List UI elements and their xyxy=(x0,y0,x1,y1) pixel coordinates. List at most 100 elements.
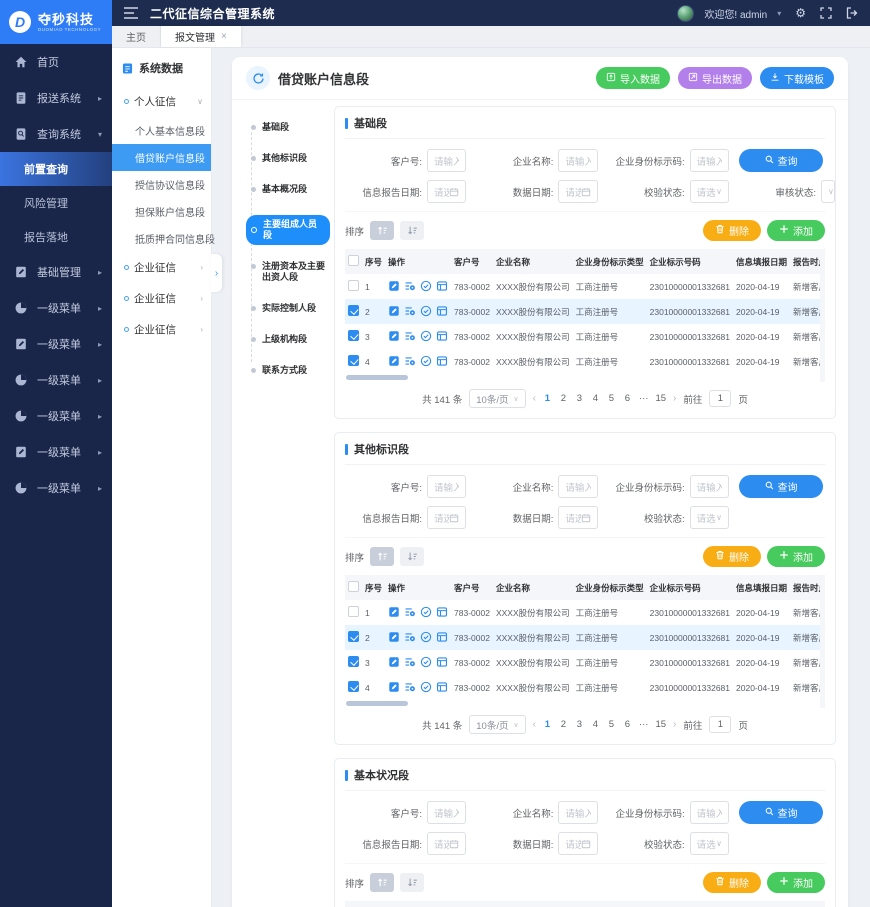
subsidebar-item[interactable]: 授信协议信息段 xyxy=(112,171,211,198)
page-size-select[interactable]: 10条/页∨ xyxy=(469,389,525,408)
sidebar-toggle-icon[interactable] xyxy=(124,7,138,19)
table-row[interactable]: 3783-0002XXXX股份有限公司工商注册号2301000000133268… xyxy=(345,324,825,349)
record-action-icon[interactable] xyxy=(436,280,448,292)
fullscreen-icon[interactable] xyxy=(820,7,832,19)
row-checkbox[interactable] xyxy=(348,681,359,692)
anchor-item[interactable]: 基本概况段 xyxy=(246,184,330,195)
sidebar-item[interactable]: 报告落地 xyxy=(0,220,112,254)
date-input[interactable]: 请选择 xyxy=(427,832,466,855)
sort-asc-button[interactable] xyxy=(370,873,394,892)
scrollbar-thumb[interactable] xyxy=(346,701,408,706)
anchor-item[interactable]: 上级机构段 xyxy=(246,334,330,345)
welcome-text[interactable]: 欢迎您! admin xyxy=(704,6,767,21)
goto-page-input[interactable] xyxy=(709,716,731,733)
subsidebar-group[interactable]: 个人征信∨ xyxy=(112,86,211,117)
select-input[interactable]: 请选择∨ xyxy=(690,832,729,855)
row-checkbox[interactable] xyxy=(348,606,359,617)
detail-action-icon[interactable] xyxy=(404,631,416,643)
goto-page-input[interactable] xyxy=(709,390,731,407)
row-checkbox[interactable] xyxy=(348,330,359,341)
sidebar-item[interactable]: 首页 xyxy=(0,44,112,80)
sidebar-item[interactable]: 前置查询 xyxy=(0,152,112,186)
sidebar-item[interactable]: 一级菜单▸ xyxy=(0,398,112,434)
table-row[interactable]: 1783-0002XXXX股份有限公司工商注册号2301000000133268… xyxy=(345,600,825,625)
anchor-item[interactable]: 联系方式段 xyxy=(246,365,330,376)
page-number[interactable]: 6 xyxy=(623,393,632,404)
anchor-item[interactable]: 其他标识段 xyxy=(246,153,330,164)
record-action-icon[interactable] xyxy=(436,631,448,643)
sidebar-item[interactable]: 风险管理 xyxy=(0,186,112,220)
add-button[interactable]: 添加 xyxy=(767,546,825,567)
text-input[interactable]: 请输入 xyxy=(558,475,597,498)
import-button[interactable]: 导入数据 xyxy=(596,67,670,89)
check-action-icon[interactable] xyxy=(420,330,432,342)
detail-action-icon[interactable] xyxy=(404,280,416,292)
delete-button[interactable]: 删除 xyxy=(703,546,761,567)
record-action-icon[interactable] xyxy=(436,606,448,618)
search-button[interactable]: 查询 xyxy=(739,475,823,498)
table-row[interactable]: 3783-0002XXXX股份有限公司工商注册号2301000000133268… xyxy=(345,650,825,675)
sort-desc-button[interactable] xyxy=(400,221,424,240)
anchor-item[interactable]: 主要组成人员段 xyxy=(246,215,330,245)
horizontal-scrollbar[interactable] xyxy=(346,701,820,706)
date-input[interactable]: 请选择 xyxy=(558,832,597,855)
text-input[interactable]: 请输入 xyxy=(558,801,597,824)
row-checkbox[interactable] xyxy=(348,280,359,291)
table-row[interactable]: 1783-0002XXXX股份有限公司工商注册号2301000000133268… xyxy=(345,274,825,299)
check-action-icon[interactable] xyxy=(420,305,432,317)
detail-action-icon[interactable] xyxy=(404,656,416,668)
page-number[interactable]: ··· xyxy=(639,719,649,730)
sidebar-item[interactable]: 一级菜单▸ xyxy=(0,470,112,506)
record-action-icon[interactable] xyxy=(436,656,448,668)
text-input[interactable]: 请输入 xyxy=(690,149,729,172)
anchor-item[interactable]: 基础段 xyxy=(246,122,330,133)
check-action-icon[interactable] xyxy=(420,280,432,292)
page-number[interactable]: 1 xyxy=(543,393,552,404)
detail-action-icon[interactable] xyxy=(404,355,416,367)
subsidebar-item[interactable]: 担保账户信息段 xyxy=(112,198,211,225)
page-number[interactable]: 5 xyxy=(607,719,616,730)
table-row[interactable]: 4783-0002XXXX股份有限公司工商注册号2301000000133268… xyxy=(345,349,825,374)
record-action-icon[interactable] xyxy=(436,355,448,367)
row-checkbox[interactable] xyxy=(348,305,359,316)
select-all-checkbox[interactable] xyxy=(348,581,359,592)
sidebar-item[interactable]: 一级菜单▸ xyxy=(0,434,112,470)
text-input[interactable]: 请输入 xyxy=(690,475,729,498)
select-input[interactable]: 请选择∨ xyxy=(690,180,729,203)
edit-action-icon[interactable] xyxy=(388,631,400,643)
detail-action-icon[interactable] xyxy=(404,330,416,342)
text-input[interactable]: 请输入 xyxy=(427,475,466,498)
edit-action-icon[interactable] xyxy=(388,305,400,317)
detail-action-icon[interactable] xyxy=(404,681,416,693)
sidebar-item[interactable]: 查询系统▾ xyxy=(0,116,112,152)
prev-page-icon[interactable]: ‹ xyxy=(533,719,536,730)
logout-icon[interactable] xyxy=(846,7,858,19)
subsidebar-group[interactable]: 企业征信› xyxy=(112,283,211,314)
select-all-checkbox[interactable] xyxy=(348,255,359,266)
settings-gear-icon[interactable]: ⚙ xyxy=(795,7,806,19)
sidebar-item[interactable]: 一级菜单▸ xyxy=(0,290,112,326)
tab[interactable]: 主页 xyxy=(112,26,161,47)
row-checkbox[interactable] xyxy=(348,656,359,667)
edit-action-icon[interactable] xyxy=(388,330,400,342)
scrollbar-thumb[interactable] xyxy=(346,375,408,380)
next-page-icon[interactable]: › xyxy=(673,719,676,730)
subsidebar-item[interactable]: 个人基本信息段 xyxy=(112,117,211,144)
page-number[interactable]: 4 xyxy=(591,719,600,730)
anchor-item[interactable]: 注册资本及主要出资人段 xyxy=(246,261,330,283)
sidebar-item[interactable]: 一级菜单▸ xyxy=(0,326,112,362)
subsidebar-group[interactable]: 企业征信› xyxy=(112,252,211,283)
edit-action-icon[interactable] xyxy=(388,280,400,292)
edit-action-icon[interactable] xyxy=(388,656,400,668)
text-input[interactable]: 请输入 xyxy=(558,149,597,172)
date-input[interactable]: 请选择 xyxy=(558,180,597,203)
page-number[interactable]: ··· xyxy=(639,393,649,404)
horizontal-scrollbar[interactable] xyxy=(346,375,820,380)
check-action-icon[interactable] xyxy=(420,656,432,668)
page-number[interactable]: 3 xyxy=(575,719,584,730)
tab[interactable]: 报文管理× xyxy=(161,26,242,47)
table-row[interactable]: 2783-0002XXXX股份有限公司工商注册号2301000000133268… xyxy=(345,299,825,324)
close-icon[interactable]: × xyxy=(221,31,227,42)
sort-desc-button[interactable] xyxy=(400,547,424,566)
record-action-icon[interactable] xyxy=(436,330,448,342)
